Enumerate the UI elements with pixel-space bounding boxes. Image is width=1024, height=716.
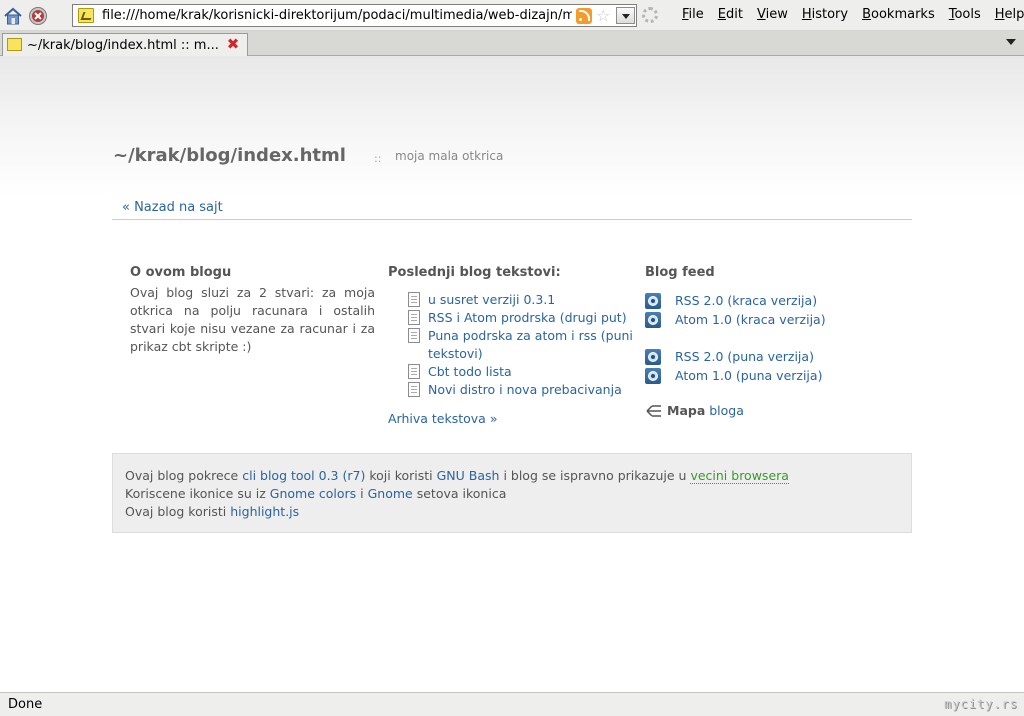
footer-box: Ovaj blog pokrece cli blog tool 0.3 (r7)… (112, 453, 912, 533)
list-item: Puna podrska za atom i rss (puni tekstov… (408, 327, 638, 363)
address-bar[interactable]: file:///home/krak/korisnicki-direktoriju… (72, 4, 637, 27)
recent-posts-section: Poslednji blog tekstovi: u susret verzij… (388, 265, 638, 426)
gnome-colors-link[interactable]: Gnome colors (270, 486, 356, 501)
recent-posts-heading: Poslednji blog tekstovi: (388, 265, 561, 280)
post-link[interactable]: Puna podrska za atom i rss (puni tekstov… (428, 328, 633, 361)
document-icon (408, 292, 420, 307)
list-item: RSS i Atom prodrska (drugi put) (408, 309, 638, 327)
blog-feed-section: Blog feed RSS 2.0 (kraca verzija) Atom 1… (645, 265, 875, 420)
feed-icon (645, 293, 661, 309)
menu-help[interactable]: Help (995, 7, 1024, 22)
close-tab-icon[interactable]: ✖ (225, 36, 241, 52)
document-icon (408, 364, 420, 379)
browsers-link[interactable]: vecini browsera (690, 468, 789, 484)
archive-link[interactable]: Arhiva tekstova » (388, 411, 638, 426)
list-item: Cbt todo lista (408, 363, 638, 381)
url-text[interactable]: file:///home/krak/korisnicki-direktoriju… (102, 8, 572, 23)
feed-icon (645, 312, 661, 328)
tab-list-chevron-down-icon[interactable] (1006, 39, 1016, 45)
title-separator: :: (374, 152, 382, 165)
cli-blog-tool-link[interactable]: cli blog tool 0.3 (r7) (242, 468, 365, 483)
menu-bookmarks[interactable]: Bookmarks (862, 7, 935, 22)
page-content: ~/krak/blog/index.html :: moja mala otkr… (0, 56, 1024, 692)
footer-text: i blog se ispravno prikazuje u (503, 468, 687, 483)
about-heading: O ovom blogu (130, 265, 232, 280)
gnome-link[interactable]: Gnome (368, 486, 413, 501)
footer-text: Koriscene ikonice su iz (125, 486, 266, 501)
back-to-site-link[interactable]: « Nazad na sajt (122, 200, 223, 215)
gnu-bash-link[interactable]: GNU Bash (437, 468, 500, 483)
atom-short-link[interactable]: Atom 1.0 (kraca verzija) (675, 312, 826, 327)
home-icon[interactable] (3, 6, 23, 26)
status-bar: Done mycity.rs (0, 692, 1024, 716)
stop-icon[interactable] (28, 6, 48, 26)
list-item: u susret verziji 0.3.1 (408, 291, 638, 309)
bookmark-star-icon[interactable]: ☆ (596, 6, 610, 25)
footer-text: Ovaj blog pokrece (125, 468, 239, 483)
document-icon (408, 328, 420, 343)
sitemap-icon (646, 405, 661, 417)
footer-line-3: Ovaj blog koristi highlight.js (125, 503, 899, 521)
loading-throbber-icon (642, 7, 658, 23)
page-title: ~/krak/blog/index.html (113, 145, 346, 166)
tab-blog-index[interactable]: ~/krak/blog/index.html :: m... ✖ (2, 33, 248, 56)
about-text: Ovaj blog sluzi za 2 stvari: za moja otk… (130, 285, 375, 354)
tab-title: ~/krak/blog/index.html :: m... (27, 38, 219, 53)
footer-line-2: Koriscene ikonice su iz Gnome colors i G… (125, 485, 899, 503)
menu-history[interactable]: History (802, 7, 848, 22)
footer-text: Ovaj blog koristi (125, 504, 227, 519)
rss-feed-icon[interactable] (576, 8, 592, 24)
menu-view[interactable]: View (757, 7, 788, 22)
blog-feed-heading: Blog feed (645, 265, 715, 280)
feed-icon (645, 349, 661, 365)
list-item: Novi distro i nova prebacivanja (408, 381, 638, 399)
sitemap-link[interactable]: bloga (709, 403, 744, 418)
tab-bar: ~/krak/blog/index.html :: m... ✖ (0, 31, 1024, 56)
footer-text: i (360, 486, 364, 501)
url-history-dropdown-button[interactable] (616, 7, 635, 24)
post-link[interactable]: Cbt todo lista (428, 364, 512, 379)
post-list: u susret verziji 0.3.1 RSS i Atom prodrs… (388, 291, 638, 399)
tab-favicon-icon (7, 38, 22, 51)
status-text: Done (8, 697, 43, 712)
menu-tools[interactable]: Tools (949, 7, 981, 22)
sitemap-label: Mapa (667, 403, 706, 418)
post-link[interactable]: Novi distro i nova prebacivanja (428, 382, 622, 397)
header-divider (112, 219, 912, 220)
footer-line-1: Ovaj blog pokrece cli blog tool 0.3 (r7)… (125, 467, 899, 485)
feed-item: RSS 2.0 (kraca verzija) (645, 291, 875, 310)
post-link[interactable]: RSS i Atom prodrska (drugi put) (428, 310, 627, 325)
sitemap-row: Mapa bloga (645, 402, 875, 420)
site-favicon-icon (78, 8, 94, 23)
watermark: mycity.rs (943, 697, 1018, 711)
footer-text: setova ikonica (416, 486, 507, 501)
menu-bar: File Edit View History Bookmarks Tools H… (682, 7, 1024, 22)
document-icon (408, 310, 420, 325)
rss-full-link[interactable]: RSS 2.0 (puna verzija) (675, 349, 814, 364)
feed-item: Atom 1.0 (puna verzija) (645, 366, 875, 385)
highlightjs-link[interactable]: highlight.js (230, 504, 299, 519)
footer-text: koji koristi (369, 468, 433, 483)
feed-item: RSS 2.0 (puna verzija) (645, 347, 875, 366)
about-section: O ovom blogu Ovaj blog sluzi za 2 stvari… (130, 265, 375, 356)
rss-short-link[interactable]: RSS 2.0 (kraca verzija) (675, 293, 817, 308)
document-icon (408, 382, 420, 397)
menu-edit[interactable]: Edit (718, 7, 743, 22)
page-subtitle: moja mala otkrica (395, 149, 504, 163)
menu-file[interactable]: File (682, 7, 704, 22)
post-link[interactable]: u susret verziji 0.3.1 (428, 292, 555, 307)
short-feeds-group: RSS 2.0 (kraca verzija) Atom 1.0 (kraca … (645, 291, 875, 329)
browser-toolbar: file:///home/krak/korisnicki-direktoriju… (0, 0, 1024, 31)
feed-item: Atom 1.0 (kraca verzija) (645, 310, 875, 329)
atom-full-link[interactable]: Atom 1.0 (puna verzija) (675, 368, 822, 383)
full-feeds-group: RSS 2.0 (puna verzija) Atom 1.0 (puna ve… (645, 347, 875, 385)
feed-icon (645, 368, 661, 384)
